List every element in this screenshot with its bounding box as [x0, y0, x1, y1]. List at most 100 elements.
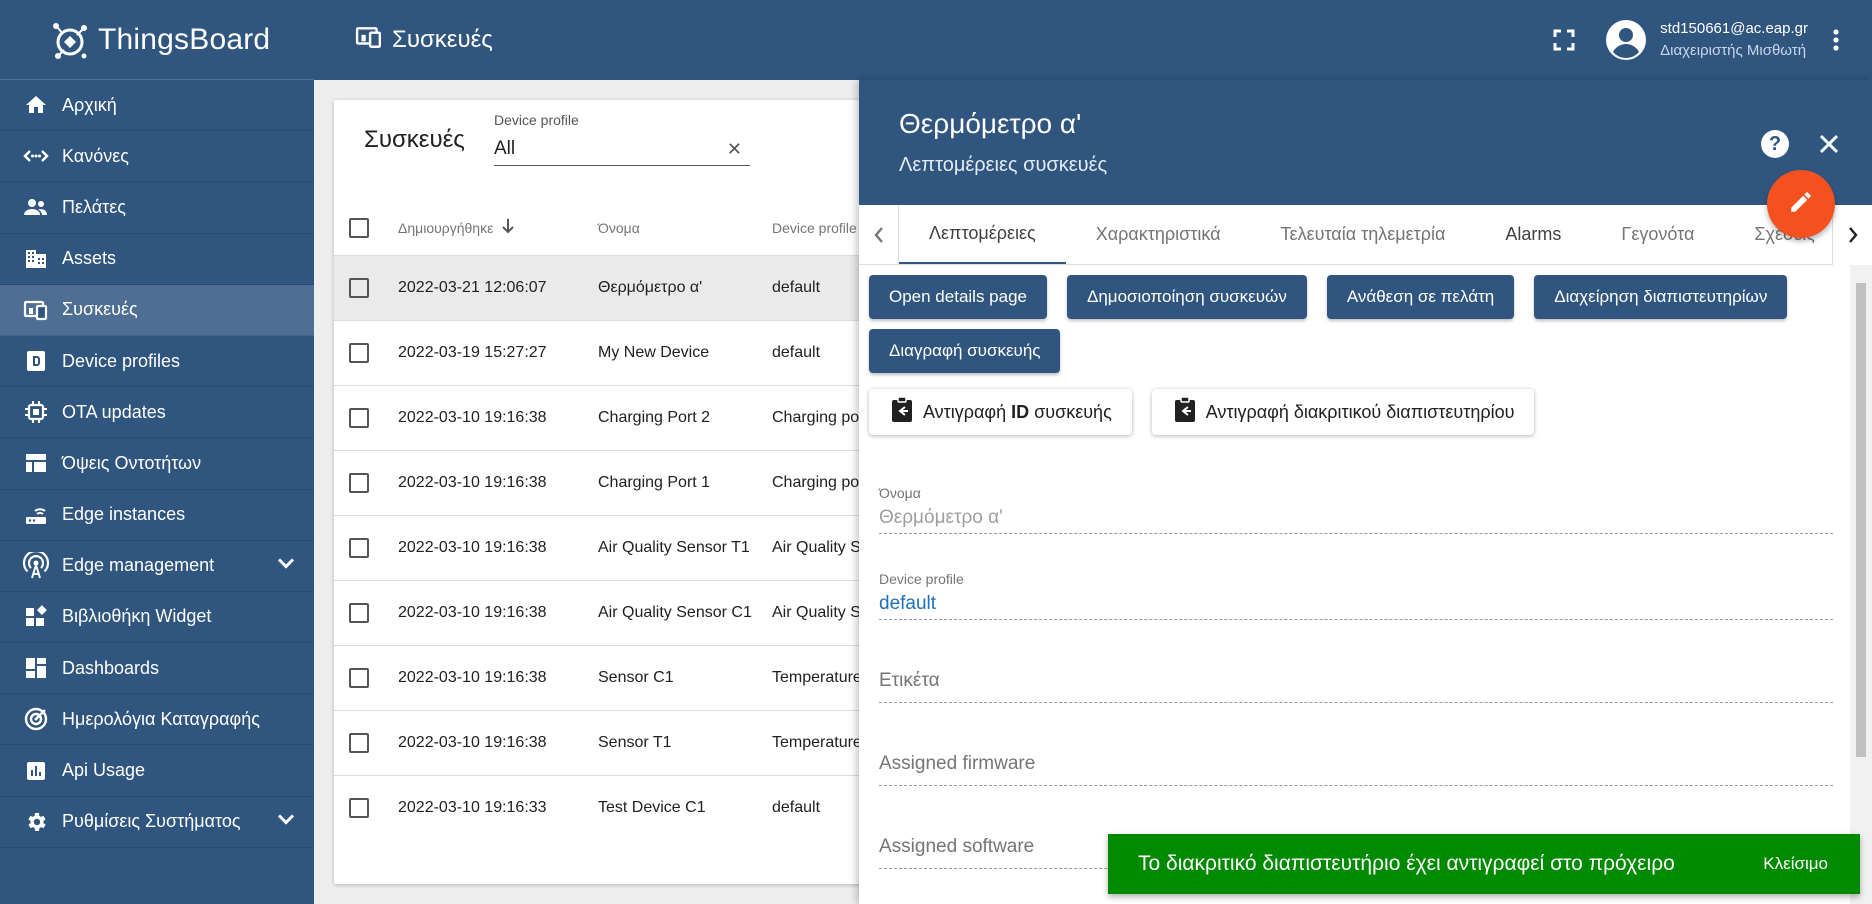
sidebar-item-label: Βιβλιοθήκη Widget — [62, 606, 212, 627]
avatar[interactable] — [1606, 20, 1647, 60]
table-row[interactable]: 2022-03-10 19:16:38 Air Quality Sensor T… — [334, 516, 894, 581]
name-field[interactable]: Όνομα Θερμόμετρο α' — [879, 485, 1833, 534]
copy-access-token-button[interactable]: Αντιγραφή διακριτικού διαπιστευτηρίου — [1151, 389, 1535, 435]
table-row[interactable]: 2022-03-21 12:06:07 Θερμόμετρο α' defaul… — [334, 256, 894, 321]
table-row[interactable]: 2022-03-10 19:16:38 Sensor T1 Temperatur… — [334, 711, 894, 776]
devices-table-card: Συσκευές Device profile All ✕ Δημιουργήθ… — [334, 100, 894, 884]
sidebar-item-label: Ρυθμίσεις Συστήματος — [62, 811, 241, 832]
tabs-scroll-left-icon[interactable] — [859, 205, 899, 264]
filter-label: Device profile — [494, 112, 579, 128]
app-logo[interactable]: ThingsBoard — [0, 0, 314, 80]
cell-name: Sensor T1 — [598, 734, 672, 751]
tab-attributes[interactable]: Χαρακτηριστικά — [1066, 205, 1251, 264]
tabs-scroll-right-icon[interactable] — [1832, 205, 1872, 265]
row-checkbox[interactable] — [349, 343, 369, 363]
table-row[interactable]: 2022-03-10 19:16:38 Charging Port 1 Char… — [334, 451, 894, 516]
assign-customer-button[interactable]: Ανάθεση σε πελάτη — [1326, 275, 1515, 319]
copy-device-id-button[interactable]: Αντιγραφή ID συσκευής — [869, 389, 1132, 435]
sidebar-item-dashboards[interactable]: Dashboards — [0, 643, 314, 695]
device-profile-link[interactable]: default — [879, 587, 1833, 619]
sidebar-item-label: OTA updates — [62, 401, 166, 422]
row-checkbox[interactable] — [349, 538, 369, 558]
device-profile-filter[interactable]: Device profile All ✕ — [494, 112, 750, 166]
tab-events[interactable]: Γεγονότα — [1591, 205, 1724, 264]
sidebar-item-rule-chains[interactable]: Κανόνες — [0, 131, 314, 183]
tab-alarms[interactable]: Alarms — [1475, 205, 1591, 264]
delete-device-button[interactable]: Διαγραφή συσκευής — [869, 329, 1061, 373]
device-profile-field[interactable]: Device profile default — [879, 571, 1833, 620]
sidebar-item-audit-logs[interactable]: Ημερολόγια Καταγραφής — [0, 694, 314, 746]
toast-close-button[interactable]: Κλείσιμο — [1763, 854, 1828, 874]
select-all-checkbox[interactable] — [349, 217, 369, 238]
name-value: Θερμόμετρο α' — [879, 507, 1003, 528]
row-checkbox[interactable] — [349, 733, 369, 753]
table-row[interactable]: 2022-03-10 19:16:38 Air Quality Sensor C… — [334, 581, 894, 646]
fullscreen-icon[interactable] — [1550, 26, 1578, 54]
sidebar-item-customers[interactable]: Πελάτες — [0, 182, 314, 234]
user-info[interactable]: std150661@ac.eap.gr Διαχειριστής Μισθωτή — [1660, 18, 1808, 62]
sidebar-item-label: Όψεις Οντοτήτων — [62, 452, 202, 473]
sidebar-item-label: Συσκευές — [62, 299, 138, 320]
cell-name: Charging Port 1 — [598, 474, 711, 491]
row-checkbox[interactable] — [349, 798, 369, 818]
column-created[interactable]: Δημιουργήθηκε — [398, 218, 598, 237]
copy-id-label-prefix: Αντιγραφή — [923, 401, 1012, 422]
sidebar-nav: Αρχική Κανόνες Πελάτες Assets Συσκευές D… — [0, 80, 314, 848]
firmware-field[interactable]: Assigned firmware — [879, 753, 1833, 786]
label-field[interactable]: Ετικέτα — [879, 670, 1833, 703]
filter-input[interactable]: All ✕ — [494, 132, 750, 166]
clear-icon[interactable]: ✕ — [727, 132, 742, 166]
table-row[interactable]: 2022-03-19 15:27:27 My New Device defaul… — [334, 321, 894, 386]
cell-created: 2022-03-10 19:16:38 — [398, 604, 547, 621]
table-row[interactable]: 2022-03-10 19:16:38 Sensor C1 Temperatur… — [334, 646, 894, 711]
cell-name: Test Device C1 — [598, 799, 706, 816]
details-title: Θερμόμετρο α' — [899, 108, 1082, 139]
app-name: ThingsBoard — [98, 22, 271, 56]
page-title-text: Συσκευές — [392, 26, 493, 53]
more-vert-icon[interactable] — [1824, 20, 1848, 60]
row-checkbox[interactable] — [349, 278, 369, 298]
column-name[interactable]: Όνομα — [598, 219, 772, 237]
table-row[interactable]: 2022-03-10 19:16:33 Test Device C1 defau… — [334, 776, 894, 818]
sidebar-item-assets[interactable]: Assets — [0, 234, 314, 285]
sidebar-item-widget-library[interactable]: Βιβλιοθήκη Widget — [0, 592, 314, 644]
table-row[interactable]: 2022-03-10 19:16:38 Charging Port 2 Char… — [334, 386, 894, 451]
sidebar-item-home[interactable]: Αρχική — [0, 80, 314, 132]
sidebar-item-entity-views[interactable]: Όψεις Οντοτήτων — [0, 438, 314, 490]
scrollbar-thumb[interactable] — [1856, 283, 1866, 757]
entity-view-icon — [22, 449, 50, 477]
tab-details[interactable]: Λεπτομέρειες — [899, 205, 1066, 264]
cell-created: 2022-03-10 19:16:38 — [398, 474, 547, 491]
row-checkbox[interactable] — [349, 603, 369, 623]
open-details-page-button[interactable]: Open details page — [869, 275, 1047, 319]
home-icon — [22, 91, 50, 119]
sidebar-item-edge-management[interactable]: Edge management — [0, 541, 314, 592]
make-public-button[interactable]: Δημοσιοποίηση συσκευών — [1067, 275, 1307, 319]
row-checkbox[interactable] — [349, 668, 369, 688]
widgets-icon — [22, 603, 50, 631]
sidebar-item-system-settings[interactable]: Ρυθμίσεις Συστήματος — [0, 797, 314, 848]
details-scrollbar[interactable] — [1850, 265, 1872, 904]
customers-icon — [22, 193, 50, 221]
edit-button[interactable] — [1767, 170, 1835, 238]
sidebar-item-api-usage[interactable]: Api Usage — [0, 745, 314, 797]
row-checkbox[interactable] — [349, 473, 369, 493]
manage-credentials-button[interactable]: Διαχείρηση διαπιστευτηρίων — [1534, 275, 1788, 319]
chevron-down-icon[interactable] — [276, 809, 296, 834]
chevron-down-icon[interactable] — [276, 553, 296, 578]
cell-created: 2022-03-10 19:16:38 — [398, 409, 547, 426]
help-icon[interactable]: ? — [1761, 130, 1789, 158]
details-body: Open details page Δημοσιοποίηση συσκευών… — [859, 265, 1850, 904]
filter-value: All — [494, 138, 516, 159]
row-checkbox[interactable] — [349, 408, 369, 428]
tab-latest-telemetry[interactable]: Τελευταία τηλεμετρία — [1251, 205, 1476, 264]
rule-chain-icon — [22, 142, 50, 170]
devices-icon — [22, 296, 50, 324]
sidebar-item-devices[interactable]: Συσκευές — [0, 284, 314, 336]
sidebar-item-ota-updates[interactable]: OTA updates — [0, 387, 314, 439]
sidebar-item-edge-instances[interactable]: Edge instances — [0, 490, 314, 541]
sidebar-item-label: Κανόνες — [62, 145, 129, 166]
close-icon[interactable] — [1813, 128, 1845, 160]
sidebar-item-device-profiles[interactable]: Device profiles — [0, 336, 314, 388]
table-body: 2022-03-21 12:06:07 Θερμόμετρο α' defaul… — [334, 256, 894, 818]
